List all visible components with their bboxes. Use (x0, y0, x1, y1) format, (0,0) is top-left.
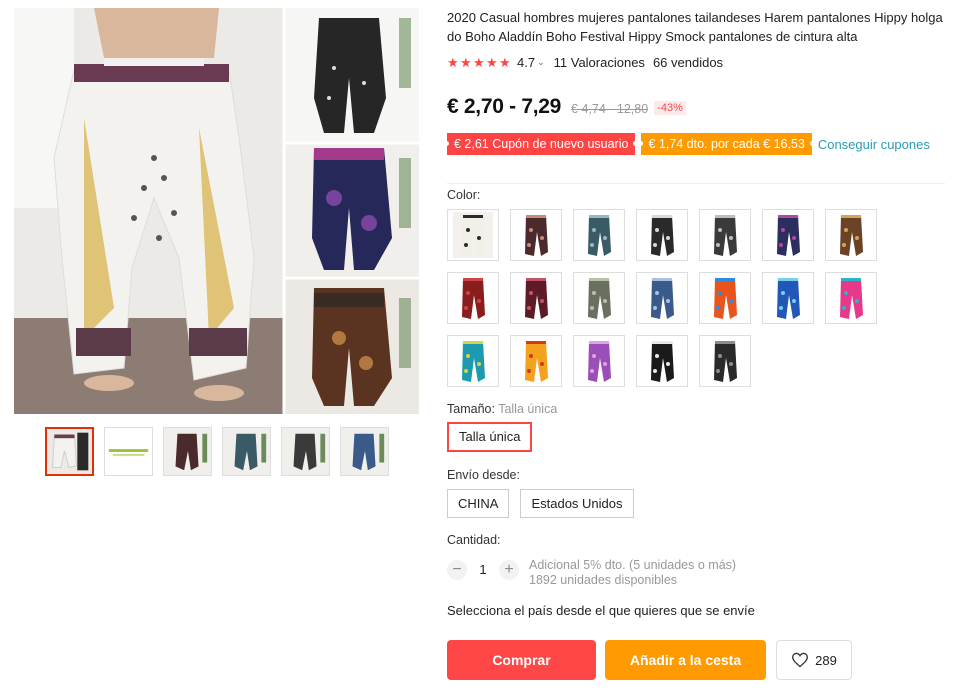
chevron-down-icon[interactable]: ⌄ (537, 57, 545, 68)
quantity-info: Adicional 5% dto. (5 unidades o más) 189… (529, 558, 736, 588)
color-swatch-14[interactable] (825, 272, 877, 324)
product-info: 2020 Casual hombres mujeres pantalones t… (443, 8, 947, 680)
thumbnail-5[interactable] (281, 427, 330, 476)
swatch-pants-image (579, 338, 619, 384)
swatch-pants-image (705, 338, 745, 384)
wishlist-button[interactable]: 289 (776, 640, 852, 680)
swatch-pants-image (516, 275, 556, 321)
color-swatch-18[interactable] (636, 335, 688, 387)
thumbnail-4[interactable] (222, 427, 271, 476)
product-title: 2020 Casual hombres mujeres pantalones t… (447, 10, 943, 44)
quantity-value[interactable]: 1 (467, 558, 499, 582)
buy-now-button[interactable]: Comprar (447, 640, 596, 680)
thumbnail-6[interactable] (340, 427, 389, 476)
star-icon: ★ (473, 54, 485, 70)
swatch-pants-image (768, 212, 808, 258)
color-swatch-17[interactable] (573, 335, 625, 387)
ship-from-label: Envío desde: (447, 468, 520, 482)
store-coupon[interactable]: € 1,74 dto. por cada € 16,53 (638, 133, 816, 155)
swatch-pants-image (831, 275, 871, 321)
swatch-pants-image (579, 212, 619, 258)
size-selected-text: Talla única (498, 402, 558, 416)
star-icon: ★ (460, 54, 472, 70)
color-swatch-3[interactable] (573, 209, 625, 261)
swatch-pants-image (516, 338, 556, 384)
heart-icon (792, 652, 809, 668)
swatch-pants-image (453, 275, 493, 321)
ship-from-united-states[interactable]: Estados Unidos (520, 489, 634, 518)
star-icon: ★ (499, 54, 511, 70)
color-swatch-15[interactable] (447, 335, 499, 387)
rating-row: ★ ★ ★ ★ ★ 4.7 ⌄ 11 Valoraciones 66 vendi… (447, 54, 947, 71)
size-label: Tamaño: Talla única (447, 402, 557, 416)
coupons-row: € 2,61 Cupón de nuevo usuario € 1,74 dto… (443, 133, 947, 155)
color-swatch-13[interactable] (762, 272, 814, 324)
action-buttons: Comprar Añadir a la cesta 289 (447, 640, 852, 680)
color-swatches (447, 209, 887, 387)
color-swatch-8[interactable] (447, 272, 499, 324)
star-icon: ★ (447, 54, 459, 70)
main-product-image[interactable] (14, 8, 419, 414)
size-option-one-size[interactable]: Talla única (447, 422, 533, 452)
color-swatch-9[interactable] (510, 272, 562, 324)
color-swatch-16[interactable] (510, 335, 562, 387)
swatch-pants-image (453, 212, 493, 258)
wishlist-count: 289 (815, 652, 837, 668)
color-swatch-1[interactable] (447, 209, 499, 261)
original-price: € 4,74 - 12,80 (571, 102, 649, 116)
get-coupons-link[interactable]: Conseguir cupones (818, 137, 930, 152)
current-price: € 2,70 - 7,29 (447, 95, 562, 118)
price-row: € 2,70 - 7,29 € 4,74 - 12,80 -43% (447, 95, 947, 123)
swatch-pants-image (831, 212, 871, 258)
color-swatch-19[interactable] (699, 335, 751, 387)
swatch-pants-image (579, 275, 619, 321)
bulk-discount-note: Adicional 5% dto. (5 unidades o más) (529, 558, 737, 572)
quantity-stepper: − 1 + Adicional 5% dto. (5 unidades o má… (447, 558, 736, 588)
color-swatch-7[interactable] (825, 209, 877, 261)
color-swatch-12[interactable] (699, 272, 751, 324)
swatch-pants-image (642, 212, 682, 258)
rating-stars: ★ ★ ★ ★ ★ (447, 54, 511, 70)
new-user-coupon[interactable]: € 2,61 Cupón de nuevo usuario (443, 133, 639, 155)
main-product-illustration (14, 8, 419, 414)
swatch-pants-image (642, 275, 682, 321)
ship-from-china[interactable]: CHINA (447, 489, 510, 518)
thumbnail-1[interactable] (45, 427, 94, 476)
rating-value[interactable]: 4.7 (517, 55, 535, 70)
swatch-pants-image (768, 275, 808, 321)
color-swatch-2[interactable] (510, 209, 562, 261)
swatch-pants-image (453, 338, 493, 384)
swatch-pants-image (516, 212, 556, 258)
size-label-text: Tamaño: (447, 402, 495, 416)
quantity-decrease-button[interactable]: − (447, 560, 467, 580)
divider (447, 183, 945, 184)
star-icon: ★ (486, 54, 498, 70)
color-label: Color: (447, 188, 481, 202)
thumbnail-3[interactable] (163, 427, 212, 476)
discount-badge: -43% (654, 101, 686, 115)
color-swatch-11[interactable] (636, 272, 688, 324)
quantity-increase-button[interactable]: + (499, 560, 519, 580)
quantity-label: Cantidad: (447, 533, 501, 547)
stock-available: 1892 unidades disponibles (529, 573, 678, 587)
ship-from-options: CHINA Estados Unidos (447, 489, 634, 518)
swatch-pants-image (705, 212, 745, 258)
reviews-link[interactable]: 11 Valoraciones (554, 55, 645, 70)
swatch-pants-image (642, 338, 682, 384)
swatch-pants-image (705, 275, 745, 321)
select-ship-country-note: Selecciona el país desde el que quieres … (447, 603, 755, 618)
color-swatch-4[interactable] (636, 209, 688, 261)
color-swatch-6[interactable] (762, 209, 814, 261)
color-swatch-5[interactable] (699, 209, 751, 261)
color-swatch-10[interactable] (573, 272, 625, 324)
add-to-cart-button[interactable]: Añadir a la cesta (605, 640, 766, 680)
sold-count: 66 vendidos (652, 55, 724, 70)
thumbnail-strip (45, 427, 389, 476)
thumbnail-2[interactable] (104, 427, 153, 476)
